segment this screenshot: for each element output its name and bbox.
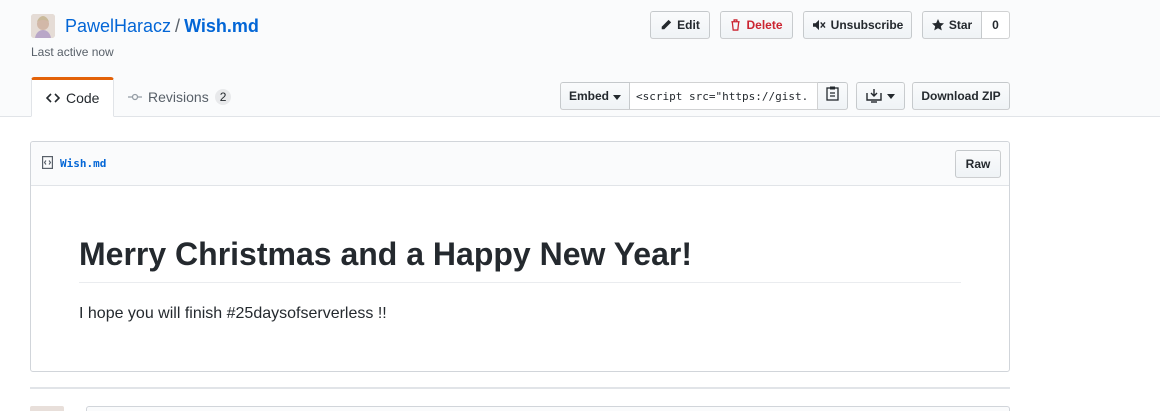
title-separator: / [175,16,181,36]
edit-label: Edit [677,18,700,32]
mute-icon [812,19,826,31]
comment-box [86,406,1010,411]
file-header: Wish.md Raw [31,142,1009,186]
copy-button[interactable] [818,82,848,110]
star-count[interactable]: 0 [982,11,1010,39]
star-button[interactable]: Star [922,11,982,39]
unsubscribe-label: Unsubscribe [830,18,904,32]
tab-revisions-label: Revisions [148,89,209,105]
revisions-counter: 2 [214,89,232,105]
markdown-heading: Merry Christmas and a Happy New Year! [79,234,961,283]
gist-header: PawelHaracz / Wish.md Last active now Edit… [0,0,1160,117]
unsubscribe-button[interactable]: Unsubscribe [803,11,912,39]
tab-code-label: Code [66,90,100,106]
comments-divider [30,387,1010,389]
clipboard-icon [826,86,839,106]
tab-revisions[interactable]: Revisions 2 [114,77,245,117]
gist-name-link[interactable]: Wish.md [184,16,259,36]
pencil-icon [660,19,672,31]
gist-title: PawelHaracz / Wish.md [65,14,259,38]
file-box: Wish.md Raw Merry Christmas and a Happy … [30,141,1010,372]
tab-code[interactable]: Code [31,77,115,117]
delete-label: Delete [746,18,783,32]
avatar[interactable] [31,14,55,38]
delete-button[interactable]: Delete [720,11,793,39]
markdown-paragraph: I hope you will finish #25daysofserverle… [79,305,387,322]
download-zip-label: Download ZIP [921,89,1001,103]
embed-code-input[interactable] [630,82,818,110]
comment-avatar [30,406,64,411]
star-label: Star [948,18,973,32]
last-active-text: Last active now [31,45,114,59]
git-commit-icon [128,89,142,105]
download-zip-button[interactable]: Download ZIP [912,82,1010,110]
code-icon [45,90,61,106]
trash-icon [730,19,741,31]
raw-label: Raw [965,157,991,171]
caret-down-icon [887,93,895,99]
raw-button[interactable]: Raw [955,150,1001,178]
desktop-download-icon [866,89,882,103]
owner-link[interactable]: PawelHaracz [65,16,171,36]
file-code-icon [42,156,54,174]
embed-dropdown[interactable]: Embed [560,82,630,110]
star-icon [931,19,944,31]
edit-button[interactable]: Edit [650,11,710,39]
caret-down-icon [613,89,621,103]
clone-desktop-dropdown[interactable] [856,82,905,110]
embed-group: Embed [560,82,848,110]
embed-label: Embed [568,89,609,103]
file-name-link[interactable]: Wish.md [60,157,106,170]
